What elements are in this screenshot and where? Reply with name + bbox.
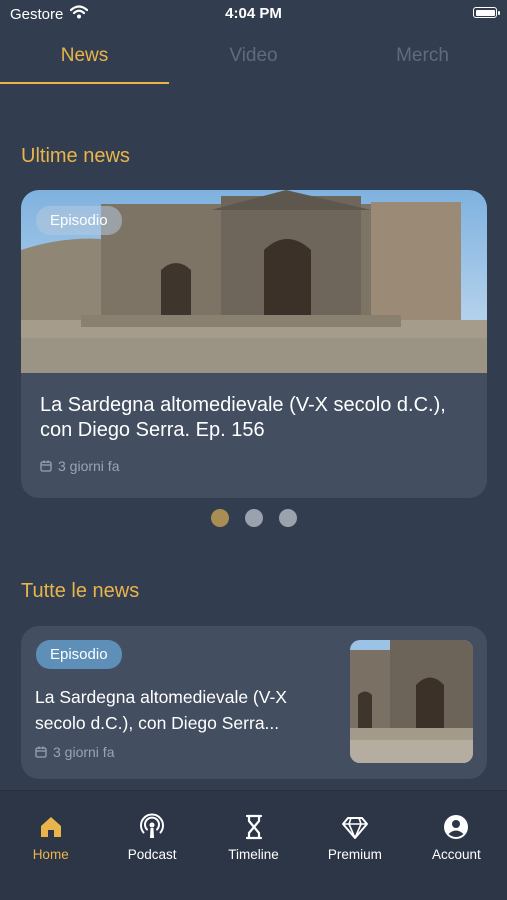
episode-badge: Episodio [36, 640, 122, 669]
featured-date: 3 giorni fa [58, 458, 120, 474]
nav-timeline-label: Timeline [228, 847, 279, 862]
tab-news[interactable]: News [0, 30, 169, 84]
news-item-meta: 3 giorni fa [35, 744, 114, 760]
carousel-dot-1[interactable] [210, 509, 229, 527]
news-item-title: La Sardegna altomedievale (V-X secolo d.… [35, 687, 287, 733]
podcast-icon [140, 813, 165, 838]
nav-premium-label: Premium [327, 847, 382, 862]
featured-news-card[interactable]: Episodio La Sardegna altomedievale (V-X … [21, 190, 487, 498]
carousel-dots [0, 509, 507, 527]
news-item-date: 3 giorni fa [53, 744, 115, 760]
nav-account[interactable]: Account [406, 791, 507, 900]
account-icon [444, 815, 469, 839]
carousel-dot-2[interactable] [244, 509, 263, 527]
section-title-latest: Ultime news [21, 145, 130, 167]
nav-account-label: Account [431, 847, 481, 862]
hourglass-icon [245, 814, 262, 840]
app-screen: Gestore 4:04 PM News Video Merch Ultime … [0, 0, 507, 900]
episode-badge: Episodio [36, 206, 122, 235]
battery-icon [473, 7, 500, 18]
carousel-dot-3[interactable] [278, 509, 297, 527]
tab-video[interactable]: Video [169, 30, 338, 84]
featured-meta: 3 giorni fa [40, 458, 119, 474]
nav-premium[interactable]: Premium [304, 791, 405, 900]
nav-podcast[interactable]: Podcast [101, 791, 202, 900]
status-time: 4:04 PM [225, 5, 282, 22]
news-list-item[interactable]: Episodio La Sardegna altomedievale (V-X … [21, 626, 487, 779]
nav-podcast-label: Podcast [127, 847, 177, 862]
featured-title: La Sardegna altomedievale (V-X secolo d.… [40, 394, 446, 441]
nav-home-label: Home [32, 847, 69, 862]
news-item-thumbnail [350, 640, 473, 763]
section-title-all: Tutte le news [21, 580, 140, 602]
nav-home[interactable]: Home [0, 791, 101, 900]
home-icon [40, 817, 61, 837]
calendar-icon [40, 460, 52, 472]
tab-merch[interactable]: Merch [338, 30, 507, 84]
nav-timeline[interactable]: Timeline [203, 791, 304, 900]
status-bar: Gestore 4:04 PM [0, 0, 507, 28]
top-tabs: News Video Merch [0, 30, 507, 84]
bottom-nav: Home Podcast Timeline Premium Account [0, 790, 507, 900]
calendar-icon [35, 746, 47, 758]
diamond-icon [341, 817, 368, 839]
